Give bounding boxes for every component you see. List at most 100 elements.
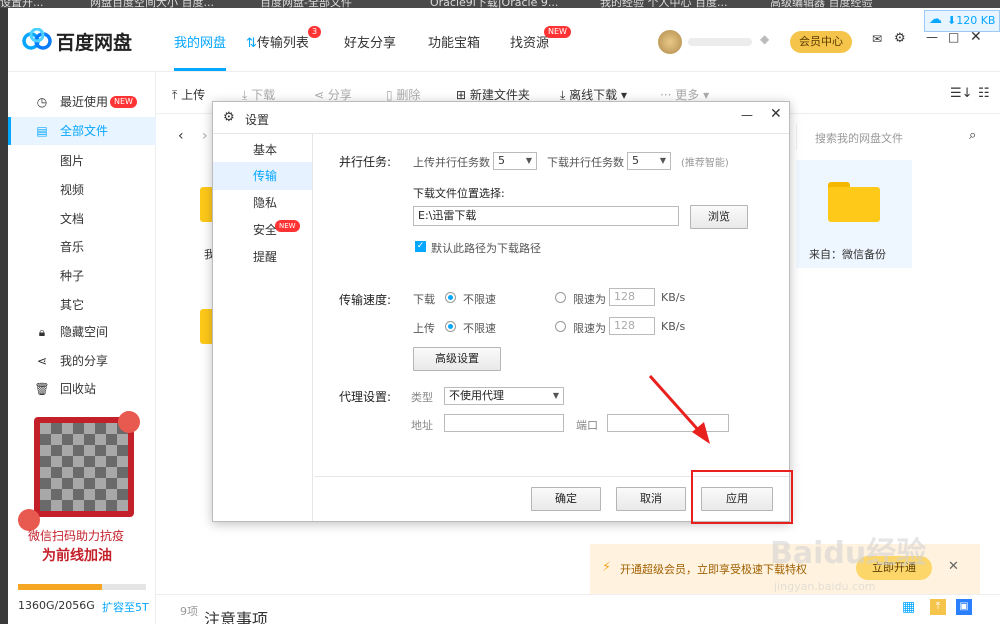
folder-name: 来自：微信备份: [809, 248, 886, 261]
browser-tab[interactable]: 我的经验 个人中心 百度...: [600, 0, 740, 8]
upload-limit-label: 限速为: [573, 322, 606, 335]
speed-widget[interactable]: ☁ ⬇120 KB: [924, 10, 1000, 32]
dialog-tab-reminder[interactable]: 提醒: [213, 243, 312, 271]
parallel-label: 并行任务:: [339, 155, 392, 169]
upload-button[interactable]: ⤒ 上传: [172, 86, 205, 103]
app-header: 百度网盘 我的网盘 ⇅传输列表 3 好友分享 功能宝箱 找资源 NEW ◆ 会员…: [8, 8, 1000, 72]
chevron-down-icon: ▾: [617, 88, 627, 102]
proxy-port-label: 端口: [576, 419, 598, 432]
download-unit: KB/s: [661, 291, 686, 304]
storage-bar-fill: [18, 584, 103, 590]
expand-storage-link[interactable]: 扩容至5T: [102, 599, 149, 615]
speed-text: ⬇120 KB: [947, 14, 996, 27]
default-path-checkbox[interactable]: ✓: [415, 241, 426, 252]
download-location-label: 下载文件位置选择:: [413, 187, 505, 200]
sidebar-item-music[interactable]: 音乐: [60, 238, 84, 255]
list-view-icon[interactable]: ☷: [978, 86, 990, 101]
sidebar-item-all-files[interactable]: ▤ 全部文件: [8, 117, 156, 145]
sidebar-item-videos[interactable]: 视频: [60, 181, 84, 198]
close-icon[interactable]: ✕: [770, 106, 782, 122]
avatar[interactable]: [658, 30, 682, 54]
chevron-down-icon: ▼: [552, 391, 559, 400]
nav-tab-find-resources[interactable]: 找资源: [510, 32, 549, 51]
download-arrow-icon: ⬇: [947, 14, 957, 27]
watermark-logo: Baidu经验: [770, 536, 927, 571]
download-path-input[interactable]: E:\迅雷下载: [413, 206, 679, 226]
promo-card[interactable]: 微信扫码助力抗疫 为前线加油: [18, 411, 148, 567]
download-limit-input[interactable]: 128: [609, 288, 655, 306]
dialog-tab-transfer[interactable]: 传输: [213, 162, 312, 190]
dialog-tab-privacy[interactable]: 隐私: [213, 189, 312, 217]
lock-float-icon[interactable]: ▣: [956, 599, 972, 615]
sidebar-item-hidden-space[interactable]: 🔒︎ 隐藏空间: [8, 318, 156, 346]
sidebar-item-recycle-bin[interactable]: 🗑︎ 回收站: [8, 375, 156, 403]
mail-icon[interactable]: ✉: [872, 32, 882, 46]
browser-tab[interactable]: 网盘百度空间大小 百度...: [90, 0, 230, 8]
download-parallel-select[interactable]: 5 ▼: [627, 152, 671, 170]
app-logo-text: 百度网盘: [56, 32, 133, 54]
sidebar-item-torrents[interactable]: 种子: [60, 267, 84, 284]
proxy-type-select[interactable]: 不使用代理 ▼: [444, 387, 564, 405]
upload-icon: ⤒: [172, 88, 182, 102]
vip-center-button[interactable]: 会员中心: [790, 31, 852, 53]
sidebar-item-other[interactable]: 其它: [60, 296, 84, 313]
active-tab-underline: [174, 68, 226, 71]
new-badge: NEW: [110, 96, 137, 108]
nav-tab-my-disk[interactable]: 我的网盘: [174, 32, 226, 51]
browser-tab[interactable]: 设置开...: [0, 0, 50, 8]
promo-line-1: 微信扫码助力抗疫: [28, 529, 125, 543]
more-dots-icon: ···: [660, 88, 676, 102]
lightning-icon: ⚡: [602, 560, 612, 575]
sidebar-item-my-shares[interactable]: ⋖ 我的分享: [8, 347, 156, 375]
upload-parallel-label: 上传并行任务数: [413, 156, 490, 169]
upload-limit-input[interactable]: 128: [609, 317, 655, 335]
ok-button[interactable]: 确定: [531, 487, 601, 511]
browser-tab[interactable]: Oracle9i下载|Oracle 9...: [430, 0, 570, 8]
upload-unlimited-radio[interactable]: [445, 321, 456, 332]
upload-unit: KB/s: [661, 320, 686, 333]
sidebar-item-docs[interactable]: 文档: [60, 210, 84, 227]
baidu-netdisk-logo-icon: [22, 28, 52, 50]
folder-icon: [828, 182, 880, 222]
browser-tab[interactable]: 百度网盘-全部文件: [260, 0, 400, 8]
browser-tab[interactable]: 高级编辑器 百度经验: [770, 0, 910, 8]
search-input[interactable]: 搜索我的网盘文件: [815, 130, 903, 146]
cancel-button[interactable]: 取消: [616, 487, 686, 511]
minimize-icon[interactable]: —: [926, 30, 938, 44]
trash-icon: 🗑︎: [34, 382, 50, 396]
upload-parallel-select[interactable]: 5 ▼: [493, 152, 537, 170]
sidebar-item-recent[interactable]: ◷ 最近使用 NEW: [8, 88, 156, 116]
advanced-settings-button[interactable]: 高级设置: [413, 347, 501, 371]
sidebar: ◷ 最近使用 NEW ▤ 全部文件 图片 视频 文档 音乐 种子 其它 🔒︎ 隐…: [8, 72, 156, 624]
proxy-label: 代理设置:: [339, 390, 392, 404]
close-icon[interactable]: ✕: [948, 559, 959, 574]
share-icon: ⋖: [314, 88, 328, 102]
settings-gear-icon[interactable]: ⚙: [894, 31, 906, 46]
forward-arrow-icon[interactable]: ›: [202, 128, 208, 144]
nav-tab-transfers[interactable]: ⇅传输列表: [246, 32, 309, 51]
settings-gear-icon: ⚙: [223, 110, 235, 125]
grid-app-icon[interactable]: ▦: [902, 599, 915, 615]
promo-line-2: 为前线加油: [42, 548, 112, 564]
username-blurred: [688, 38, 752, 46]
download-unlimited-radio[interactable]: [445, 292, 456, 303]
sort-icon[interactable]: ☰↓: [950, 86, 973, 101]
search-box[interactable]: 搜索我的网盘文件 ⌕: [796, 124, 990, 150]
back-arrow-icon[interactable]: ‹: [178, 128, 184, 144]
dialog-tab-basic[interactable]: 基本: [213, 136, 312, 164]
upload-float-icon[interactable]: ⤒: [930, 599, 946, 615]
nav-tab-toolbox[interactable]: 功能宝箱: [428, 32, 480, 51]
minimize-icon[interactable]: —: [741, 108, 753, 122]
upload-limit-radio[interactable]: [555, 321, 566, 332]
sidebar-item-images[interactable]: 图片: [60, 152, 84, 169]
browse-button[interactable]: 浏览: [690, 205, 748, 229]
proxy-address-input[interactable]: [444, 414, 564, 432]
trash-icon: ▯: [386, 88, 397, 102]
download-limit-radio[interactable]: [555, 292, 566, 303]
maximize-icon[interactable]: □: [948, 30, 959, 44]
baidu-jingyan-watermark: Baidu经验 jingyan.baidu.com: [770, 528, 930, 600]
folder-item-wechat-backup[interactable]: 来自：微信备份: [796, 160, 912, 268]
nav-tab-friend-share[interactable]: 好友分享: [344, 32, 396, 51]
page-peek-text: 注意事项: [204, 610, 269, 624]
search-icon[interactable]: ⌕: [969, 128, 976, 143]
